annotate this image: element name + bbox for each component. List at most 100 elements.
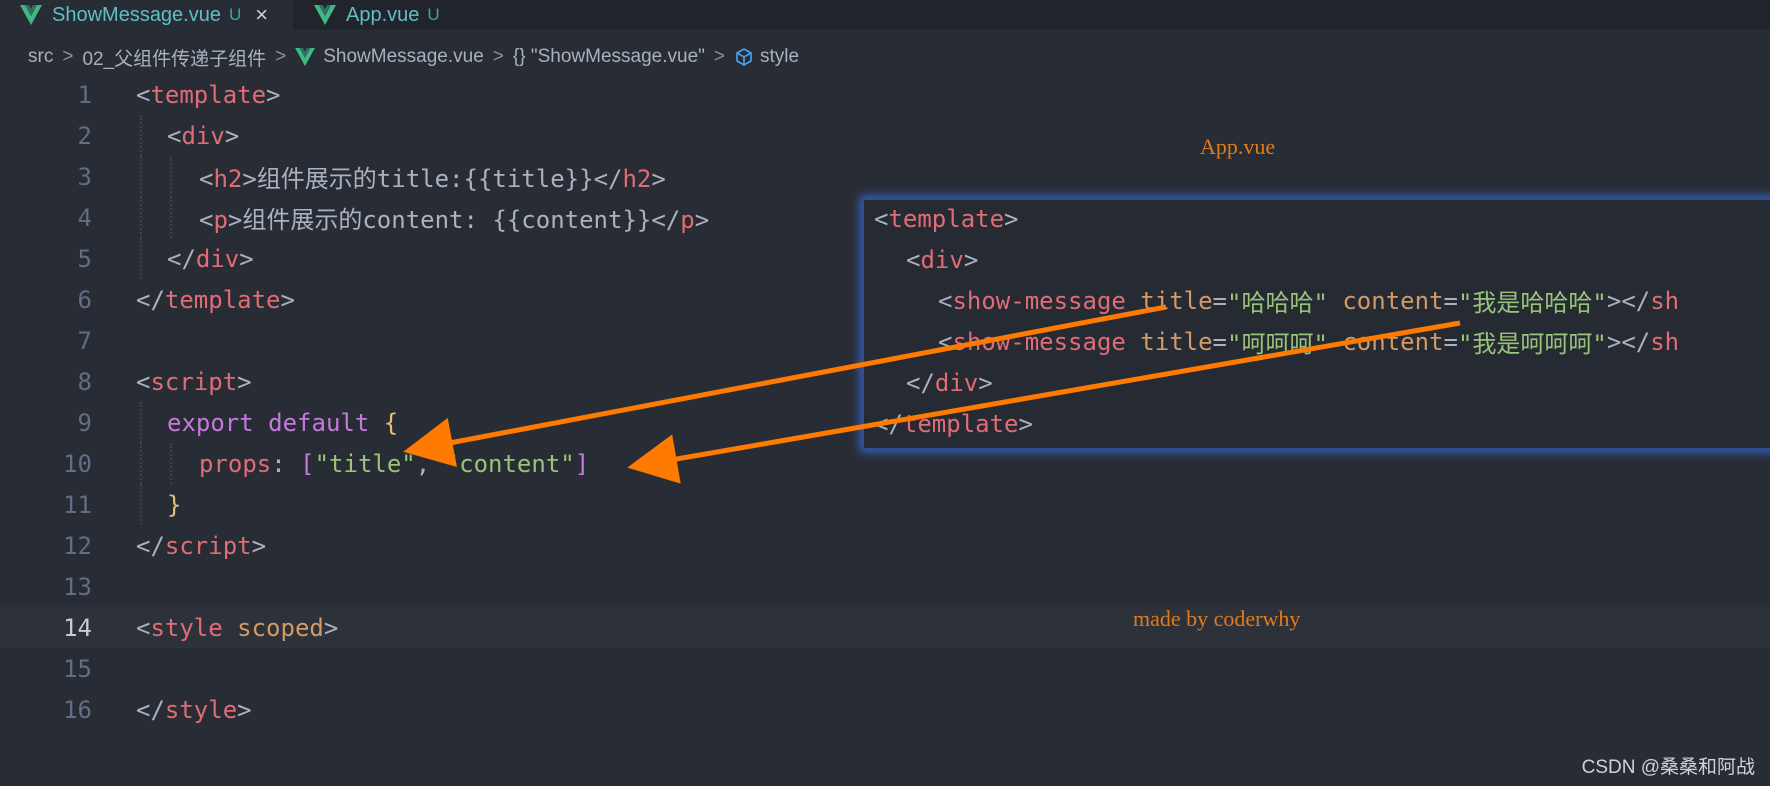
code-token: < <box>938 327 953 356</box>
code-token: ] <box>574 449 590 478</box>
indent-guide <box>140 402 144 443</box>
code-token: < <box>199 206 214 234</box>
code-line[interactable]: 3 <h2>组件展示的title:{{title}}</h2> <box>0 156 1770 197</box>
code-token: 组件展示的content: {{content}} <box>242 206 652 234</box>
code-line[interactable]: 2 <div> <box>0 115 1770 156</box>
chevron-right-icon: > <box>492 46 504 67</box>
tab-showmessage[interactable]: ShowMessage.vue U × <box>0 0 293 30</box>
editor-window: ShowMessage.vue U × App.vue U src > 02_父… <box>0 0 1770 786</box>
close-icon[interactable]: × <box>255 2 268 28</box>
code-token: 组件展示的title:{{title}} <box>256 165 594 193</box>
code-token: template <box>888 204 1005 233</box>
overlay-title: App.vue <box>1200 134 1276 159</box>
code-token: > <box>963 245 979 274</box>
code-token: </ <box>136 531 165 560</box>
code-token: </ <box>167 244 196 273</box>
breadcrumb-symbol[interactable]: style <box>760 46 799 68</box>
code-token: </ <box>136 285 165 314</box>
code-token: "我是哈哈哈" <box>1457 289 1607 317</box>
line-number: 16 <box>63 695 92 724</box>
code-token: = <box>1443 286 1458 315</box>
code-token: p <box>213 206 228 234</box>
code-line[interactable]: 16 </style> <box>0 689 1770 730</box>
code-token: > <box>251 531 267 560</box>
code-token: "我是呵呵呵" <box>1457 330 1607 358</box>
snippet-line: </template > <box>874 403 1033 444</box>
chevron-right-icon: > <box>275 46 287 67</box>
line-number: 13 <box>63 572 92 601</box>
code-token: "呵呵呵" <box>1227 330 1328 358</box>
code-token: { <box>383 408 399 437</box>
code-token: > <box>237 367 252 396</box>
chevron-right-icon: > <box>62 46 74 67</box>
code-token: > <box>694 206 710 234</box>
code-token: div <box>195 244 240 273</box>
code-token: > <box>1018 409 1033 438</box>
line-number: 5 <box>77 244 92 273</box>
code-token: : <box>271 449 301 478</box>
line-number: 12 <box>63 531 92 560</box>
code-line[interactable]: 12 </script> <box>0 525 1770 566</box>
code-token: sh <box>1650 286 1680 315</box>
code-token: > <box>651 165 666 193</box>
code-token: > <box>237 695 252 724</box>
breadcrumb-src[interactable]: src <box>28 46 53 68</box>
code-token: > <box>323 613 339 642</box>
vue-icon <box>295 48 316 66</box>
tab-app[interactable]: App.vue U <box>294 0 489 30</box>
code-token: > <box>224 121 240 150</box>
indent-guide <box>140 238 144 279</box>
breadcrumb-folder[interactable]: 02_父组件传递子组件 <box>82 44 266 71</box>
tab-label: App.vue <box>346 3 420 26</box>
code-line-current[interactable]: 14 <style scoped> <box>0 607 1770 648</box>
code-token: = <box>1212 327 1227 356</box>
line-number: 9 <box>77 408 92 437</box>
indent-guide <box>140 484 144 525</box>
code-line[interactable]: 11 } <box>0 484 1770 525</box>
code-token: < <box>136 80 151 109</box>
line-number: 11 <box>63 490 92 519</box>
untracked-badge: U <box>228 5 242 24</box>
code-line[interactable]: 1 <template> <box>0 74 1770 115</box>
code-token: "哈哈哈" <box>1227 289 1328 317</box>
code-line[interactable]: 15 <box>0 648 1770 689</box>
line-number: 10 <box>63 449 92 478</box>
code-token: p <box>680 206 695 234</box>
line-number: 15 <box>63 654 92 683</box>
tab-bar: ShowMessage.vue U × App.vue U <box>0 0 1770 30</box>
code-token: style <box>150 613 223 642</box>
line-number: 7 <box>77 326 92 355</box>
code-token: default <box>268 408 370 437</box>
code-token: h2 <box>622 165 652 193</box>
code-line[interactable]: 13 <box>0 566 1770 607</box>
vue-icon <box>20 5 42 25</box>
code-token: template <box>902 409 1019 438</box>
code-token: style <box>164 695 238 724</box>
code-token: </ <box>906 368 935 397</box>
code-token: ></ <box>1606 286 1651 315</box>
code-token: < <box>136 613 151 642</box>
indent-guide <box>140 197 144 238</box>
line-number: 14 <box>63 613 92 642</box>
code-token: > <box>1004 204 1019 233</box>
snippet-line: < show-message title = "呵呵呵" content = "我是呵呵呵… <box>938 321 1679 362</box>
code-token: div <box>934 368 979 397</box>
author-label: made by coderwhy <box>1133 606 1301 631</box>
code-token: < <box>938 286 953 315</box>
breadcrumb-scope[interactable]: {} "ShowMessage.vue" <box>513 46 705 68</box>
breadcrumb-file[interactable]: ShowMessage.vue <box>323 46 484 68</box>
tab-label: ShowMessage.vue <box>52 3 221 26</box>
code-token: props <box>199 449 272 478</box>
line-number: 1 <box>77 80 92 109</box>
code-token: > <box>266 80 281 109</box>
code-token: < <box>874 204 889 233</box>
code-token: </ <box>874 409 903 438</box>
breadcrumb: src > 02_父组件传递子组件 > ShowMessage.vue > {}… <box>28 42 799 72</box>
code-token: > <box>280 285 295 314</box>
code-token: </ <box>651 206 681 234</box>
code-token: "content" <box>444 449 575 478</box>
code-token: sh <box>1650 327 1680 356</box>
app-vue-snippet: < template > < div > < show-message title = "哈哈… <box>862 198 1770 450</box>
